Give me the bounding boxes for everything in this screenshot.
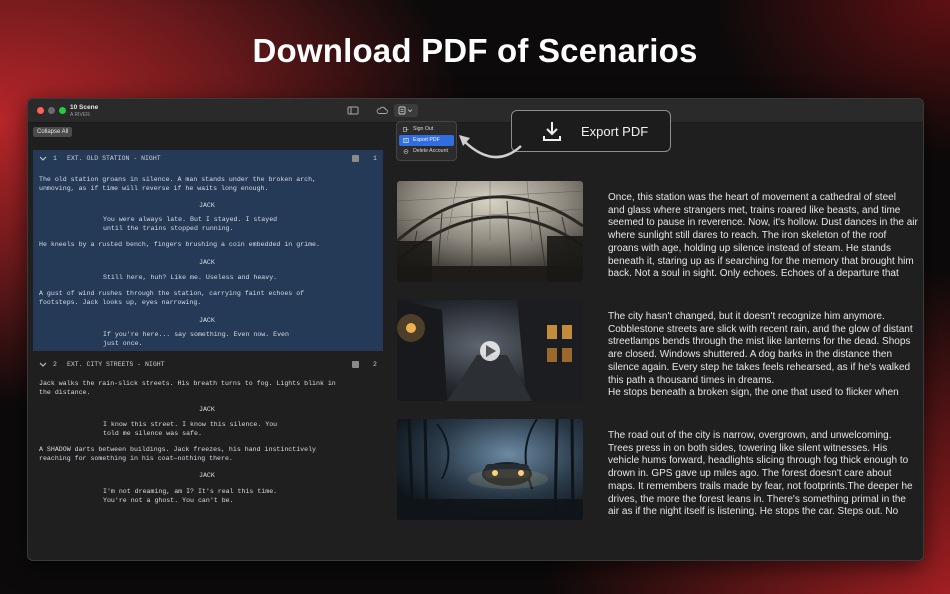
dialogue-text: I'm not dreaming, am I? It's real this t… (103, 488, 278, 504)
zoom-window-button[interactable] (59, 107, 66, 114)
scene-number-right: 1 (373, 155, 377, 162)
headline: Download PDF of Scenarios (252, 32, 698, 69)
chevron-down-icon[interactable] (39, 356, 47, 380)
export-pdf-icon (403, 138, 409, 143)
account-dropdown-menu: Sign Out Export PDF Delete Account (396, 121, 457, 161)
window-title: 10 Scene (70, 104, 99, 111)
sidebar-toggle-icon[interactable] (346, 104, 360, 117)
character-name: JACK (199, 259, 215, 266)
dialogue-text: Still here, huh? Like me. Useless and he… (103, 274, 278, 281)
scene-header[interactable]: 2 EXT. CITY STREETS - NIGHT 2 (33, 356, 383, 373)
action-text: Jack walks the rain-slick streets. His b… (39, 380, 336, 396)
action-text: He kneels by a rusted bench, fingers bru… (39, 241, 320, 248)
callout-label: Export PDF (581, 124, 649, 139)
city-street-video[interactable] (397, 300, 583, 401)
train-station-image[interactable] (397, 181, 583, 282)
forest-car-image[interactable] (397, 419, 583, 520)
character-name: JACK (199, 406, 215, 413)
dialogue-text: You were always late. But I stayed. I st… (103, 216, 278, 232)
delete-account-icon (403, 149, 409, 154)
scene-description: The road out of the city is narrow, over… (608, 430, 913, 518)
scene-description: Once, this station was the heart of move… (608, 192, 918, 280)
character-name: JACK (199, 317, 215, 324)
minimize-window-button[interactable] (48, 107, 55, 114)
character-name: JACK (199, 472, 215, 479)
action-text: A gust of wind rushes through the statio… (39, 290, 305, 306)
character-name: JACK (199, 202, 215, 209)
menu-item-sign-out[interactable]: Sign Out (399, 124, 454, 135)
sign-out-icon (403, 127, 409, 132)
scene-number: 1 (53, 155, 57, 162)
menu-item-label: Export PDF (413, 137, 440, 143)
menu-item-export-pdf[interactable]: Export PDF (399, 135, 454, 146)
scene-notes-icon[interactable] (352, 361, 359, 368)
scene-notes-icon[interactable] (352, 155, 359, 162)
document-menu-button[interactable] (394, 104, 418, 117)
collapse-all-button[interactable]: Collapse All (33, 127, 73, 137)
cloud-sync-icon[interactable] (375, 104, 389, 117)
action-text: A SHADOW darts between buildings. Jack f… (39, 446, 316, 462)
scene-block[interactable]: 2 EXT. CITY STREETS - NIGHT 2 Jack walks… (33, 351, 383, 531)
dialogue-text: I know this street. I know this silence.… (103, 421, 278, 437)
download-icon (543, 122, 561, 141)
titlebar: 10 Scene A RIVER. (28, 99, 923, 123)
dialogue-text: If you're here... say something. Even no… (103, 331, 289, 347)
export-pdf-callout[interactable]: Export PDF (511, 110, 671, 152)
action-text: The old station groans in silence. A man… (39, 176, 316, 192)
pointer-arrow-icon (459, 135, 522, 159)
scene-number-right: 2 (373, 361, 377, 368)
menu-item-label: Delete Account (413, 148, 448, 154)
scene-heading: EXT. CITY STREETS - NIGHT (67, 361, 165, 368)
scene-heading: EXT. OLD STATION - NIGHT (67, 155, 161, 162)
scene-description: The city hasn't changed, but it doesn't … (608, 311, 913, 399)
menu-item-label: Sign Out (413, 126, 434, 132)
window-subtitle: A RIVER. (70, 112, 92, 118)
close-window-button[interactable] (37, 107, 44, 114)
scene-block[interactable]: 1 EXT. OLD STATION - NIGHT 1 The old sta… (33, 150, 383, 351)
scene-number: 2 (53, 361, 57, 368)
screenplay-pane: 1 EXT. OLD STATION - NIGHT 1 The old sta… (33, 150, 383, 531)
menu-item-delete-account[interactable]: Delete Account (399, 146, 454, 157)
scene-header[interactable]: 1 EXT. OLD STATION - NIGHT 1 (33, 150, 383, 167)
chevron-down-icon[interactable] (39, 150, 47, 174)
